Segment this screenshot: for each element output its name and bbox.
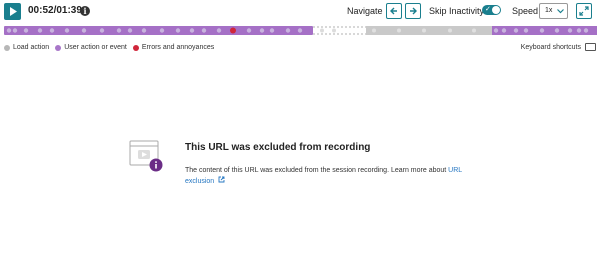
legend-label: User action or event [64, 44, 127, 51]
toggle-knob [492, 6, 500, 14]
speed-value: 1x [545, 7, 553, 14]
skip-inactivity-label: Skip Inactivity [429, 6, 485, 16]
error-dot [132, 44, 139, 51]
timeline-user-actions [492, 26, 597, 35]
expand-icon [579, 6, 589, 16]
play-icon [9, 7, 17, 16]
load-action-dot [4, 44, 10, 51]
fullscreen-button[interactable] [576, 3, 592, 19]
link-text-url: URL [448, 167, 463, 174]
playback-time: 00:52/01:39 [28, 5, 82, 16]
check-icon: ✓ [485, 6, 491, 13]
external-link-icon [218, 176, 225, 183]
arrow-right-icon [410, 7, 417, 15]
link-text-exclusion: exclusion [185, 178, 215, 185]
skip-inactivity-toggle[interactable]: ✓ [482, 5, 501, 15]
player-toolbar: 00:52/01:39 i Navigate Skip Inactivity ✓… [0, 0, 600, 24]
play-button[interactable] [4, 3, 21, 20]
chevron-down-icon [557, 9, 564, 14]
excluded-title: This URL was excluded from recording [185, 142, 371, 153]
speed-label: Speed [512, 6, 539, 16]
keyboard-shortcuts-label: Keyboard shortcuts [520, 43, 581, 51]
navigate-forward-button[interactable] [405, 3, 421, 19]
speed-select[interactable]: 1x [539, 3, 568, 19]
excluded-video-icon [129, 140, 163, 172]
legend-item: Errors and annoyances [132, 44, 215, 51]
user-action-dot [55, 44, 62, 51]
navigate-label: Navigate [347, 6, 383, 16]
excluded-body-text: The content of this URL was excluded fro… [185, 167, 447, 174]
keyboard-icon [585, 43, 596, 51]
excluded-description: The content of this URL was excluded fro… [185, 165, 485, 187]
legend-item: Load action [4, 44, 49, 51]
info-icon[interactable]: i [80, 6, 90, 16]
keyboard-shortcuts-link[interactable]: Keyboard shortcuts [521, 43, 596, 51]
legend-label: Load action [13, 44, 50, 51]
arrow-left-icon [390, 7, 397, 15]
legend-item: User action or event [55, 44, 127, 51]
navigate-back-button[interactable] [386, 3, 402, 19]
playback-timeline[interactable] [4, 26, 597, 35]
legend-label: Errors and annoyances [141, 44, 215, 51]
timeline-legend: Load action User action or event Errors … [4, 44, 220, 51]
